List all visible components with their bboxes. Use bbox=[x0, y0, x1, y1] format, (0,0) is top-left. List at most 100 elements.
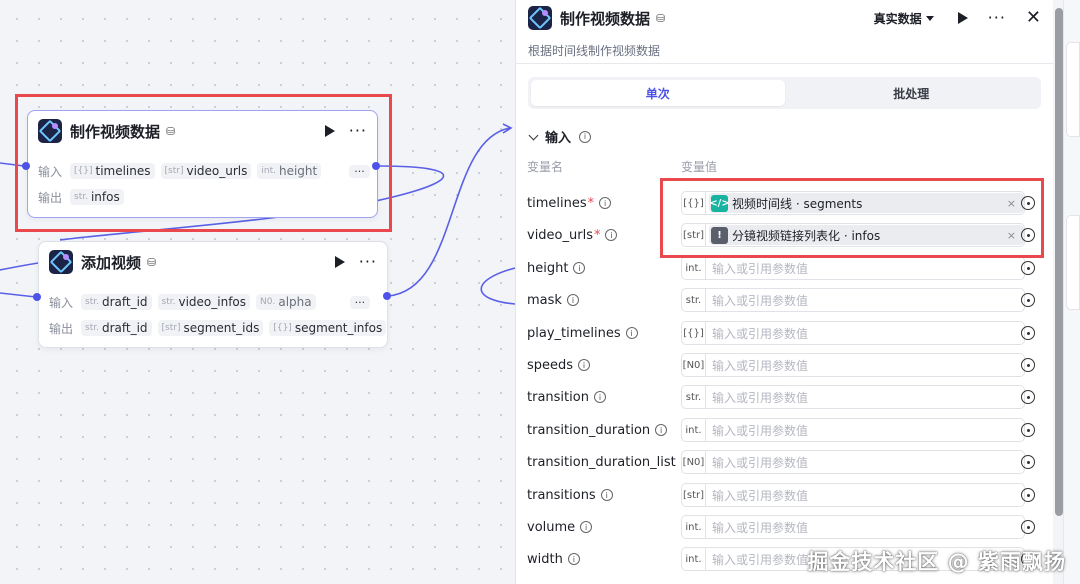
variable-reference-icon[interactable] bbox=[1021, 455, 1035, 469]
info-icon: i bbox=[600, 489, 613, 501]
param-input[interactable]: 输入或引用参数值 bbox=[706, 487, 1024, 504]
data-mode-select[interactable]: 真实数据 bbox=[874, 10, 934, 27]
reference-chip[interactable]: ! 分镜视频链接列表化 · infos × bbox=[709, 225, 1024, 245]
node-add-video[interactable]: 添加视频 ⛁ ··· 输入 str. draft_id str. video_inf… bbox=[38, 241, 388, 348]
param-type-badge: int. bbox=[682, 548, 706, 570]
param-name: volume i bbox=[516, 520, 682, 535]
tab-batch[interactable]: 批处理 bbox=[785, 80, 1039, 106]
adjacent-card bbox=[1066, 215, 1080, 310]
node1-input-port[interactable] bbox=[22, 162, 30, 170]
node-make-video-data[interactable]: 制作视频数据 ⛁ ··· 输入 [{}] timelines [str] video… bbox=[27, 110, 378, 218]
run-node-icon[interactable] bbox=[334, 256, 345, 268]
param-value-field[interactable]: str. 输入或引用参数值 bbox=[681, 385, 1025, 409]
workflow-canvas[interactable]: 制作视频数据 ⛁ ··· 输入 [{}] timelines [str] video… bbox=[0, 0, 515, 584]
param-value-field[interactable]: [{}] 输入或引用参数值 bbox=[681, 321, 1025, 345]
param-name: speeds i bbox=[516, 358, 682, 373]
param-input[interactable]: 输入或引用参数值 bbox=[706, 422, 1024, 439]
param-type-badge: int. bbox=[682, 516, 706, 538]
reference-chip[interactable]: </> 视频时间线 · segments × bbox=[709, 193, 1024, 213]
plugin-badge-icon: ⛁ bbox=[147, 255, 157, 269]
param-row: transition_duration i int. 输入或引用参数值 bbox=[516, 418, 1054, 442]
variable-reference-icon[interactable] bbox=[1021, 228, 1035, 242]
variable-reference-icon[interactable] bbox=[1021, 358, 1035, 372]
param-row: video_urls * i [str]! 分镜视频链接列表化 · infos × bbox=[516, 223, 1054, 247]
param-name: width i bbox=[516, 552, 682, 567]
param-input[interactable]: 输入或引用参数值 bbox=[706, 260, 1024, 277]
param-row: speeds i [N0] 输入或引用参数值 bbox=[516, 353, 1054, 377]
param-input[interactable]: 输入或引用参数值 bbox=[706, 325, 1024, 342]
more-inputs-button[interactable]: ··· bbox=[349, 164, 370, 178]
node2-input-port[interactable] bbox=[33, 293, 41, 301]
required-marker: * bbox=[587, 195, 595, 211]
variable-reference-icon[interactable] bbox=[1021, 196, 1035, 210]
tab-single[interactable]: 单次 bbox=[531, 80, 785, 106]
param-type-badge: [str] bbox=[682, 484, 706, 506]
required-marker: * bbox=[593, 227, 601, 243]
param-type-badge: [{}] bbox=[682, 322, 706, 344]
clear-icon[interactable]: × bbox=[1007, 229, 1016, 242]
node2-output-port[interactable] bbox=[383, 292, 391, 300]
plugin-logo-icon bbox=[49, 250, 73, 274]
param-input[interactable]: 输入或引用参数值 bbox=[706, 357, 1024, 374]
param-row: transition_duration_listi[N0]输入或引用参数值 bbox=[516, 450, 1054, 474]
inputs-section-header[interactable]: 输入 i bbox=[528, 127, 1053, 146]
run-node-icon[interactable] bbox=[324, 125, 335, 137]
info-icon: i bbox=[567, 553, 580, 565]
output-chip-infos: str. infos bbox=[70, 189, 124, 205]
output-chip-segment-ids: [str] segment_ids bbox=[157, 320, 264, 336]
section-title: 输入 bbox=[545, 131, 572, 146]
param-value-field[interactable]: [str]! 分镜视频链接列表化 · infos × bbox=[681, 223, 1025, 247]
param-value-field[interactable]: int. 输入或引用参数值 bbox=[681, 515, 1025, 539]
param-name: transition_duration i bbox=[516, 423, 682, 438]
input-chip-video-infos: str. video_infos bbox=[157, 294, 251, 310]
param-value-field[interactable]: str. 输入或引用参数值 bbox=[681, 288, 1025, 312]
output-chip-segment-infos: [{}] segment_infos bbox=[269, 320, 387, 336]
param-input[interactable]: 输入或引用参数值 bbox=[706, 389, 1024, 406]
variable-reference-icon[interactable] bbox=[1021, 293, 1035, 307]
variable-reference-icon[interactable] bbox=[1021, 326, 1035, 340]
clear-icon[interactable]: × bbox=[1007, 197, 1016, 210]
param-type-badge: [N0] bbox=[682, 354, 706, 376]
node-config-panel: 制作视频数据 ⛁ 真实数据 ··· ✕ 根据时间线制作视频数据 单次 批处理 输… bbox=[515, 0, 1053, 584]
param-input[interactable]: 输入或引用参数值 bbox=[706, 519, 1024, 536]
param-value-field[interactable]: [N0] 输入或引用参数值 bbox=[681, 450, 1025, 474]
param-name: transition i bbox=[516, 390, 682, 405]
input-chip-video-urls: [str] video_urls bbox=[160, 163, 252, 179]
info-icon: i bbox=[580, 521, 593, 533]
node-more-icon[interactable]: ··· bbox=[349, 123, 367, 139]
param-value-field[interactable]: int. 输入或引用参数值 bbox=[681, 256, 1025, 280]
plugin-logo-icon bbox=[38, 119, 62, 143]
param-input[interactable]: 输入或引用参数值 bbox=[706, 292, 1024, 309]
panel-title: 制作视频数据 bbox=[560, 9, 651, 28]
chevron-down-icon bbox=[925, 15, 934, 21]
node-title: 制作视频数据 bbox=[70, 122, 161, 141]
run-icon[interactable] bbox=[957, 12, 968, 24]
variable-reference-icon[interactable] bbox=[1021, 520, 1035, 534]
param-value-field[interactable]: [str] 输入或引用参数值 bbox=[681, 483, 1025, 507]
panel-scrollbar[interactable] bbox=[1055, 8, 1063, 516]
node-title: 添加视频 bbox=[81, 253, 142, 272]
variable-reference-icon[interactable] bbox=[1021, 261, 1035, 275]
chevron-down-icon[interactable] bbox=[528, 130, 539, 140]
param-value-field[interactable]: [{}] </> 视频时间线 · segments × bbox=[681, 191, 1025, 215]
node1-output-port[interactable] bbox=[372, 162, 380, 170]
variable-reference-icon[interactable] bbox=[1021, 390, 1035, 404]
close-icon[interactable]: ✕ bbox=[1026, 9, 1041, 27]
variable-reference-icon[interactable] bbox=[1021, 423, 1035, 437]
more-inputs-button[interactable]: ··· bbox=[349, 295, 371, 309]
info-icon: i bbox=[625, 327, 638, 339]
param-type-badge: [N0] bbox=[682, 451, 706, 473]
node-more-icon[interactable]: ··· bbox=[359, 254, 377, 270]
param-type-badge: int. bbox=[682, 419, 706, 441]
param-value-field[interactable]: [N0] 输入或引用参数值 bbox=[681, 353, 1025, 377]
param-type-badge: [str] bbox=[682, 224, 706, 246]
code-node-icon: </> bbox=[709, 194, 730, 212]
param-type-badge: [{}] bbox=[682, 192, 706, 214]
plugin-logo-icon bbox=[528, 6, 552, 30]
param-value-field[interactable]: int. 输入或引用参数值 bbox=[681, 418, 1025, 442]
param-name: mask i bbox=[516, 293, 682, 308]
more-icon[interactable]: ··· bbox=[988, 10, 1006, 26]
param-input[interactable]: 输入或引用参数值 bbox=[706, 454, 1024, 471]
variable-reference-icon[interactable] bbox=[1021, 488, 1035, 502]
output-label: 输出 bbox=[38, 190, 63, 205]
